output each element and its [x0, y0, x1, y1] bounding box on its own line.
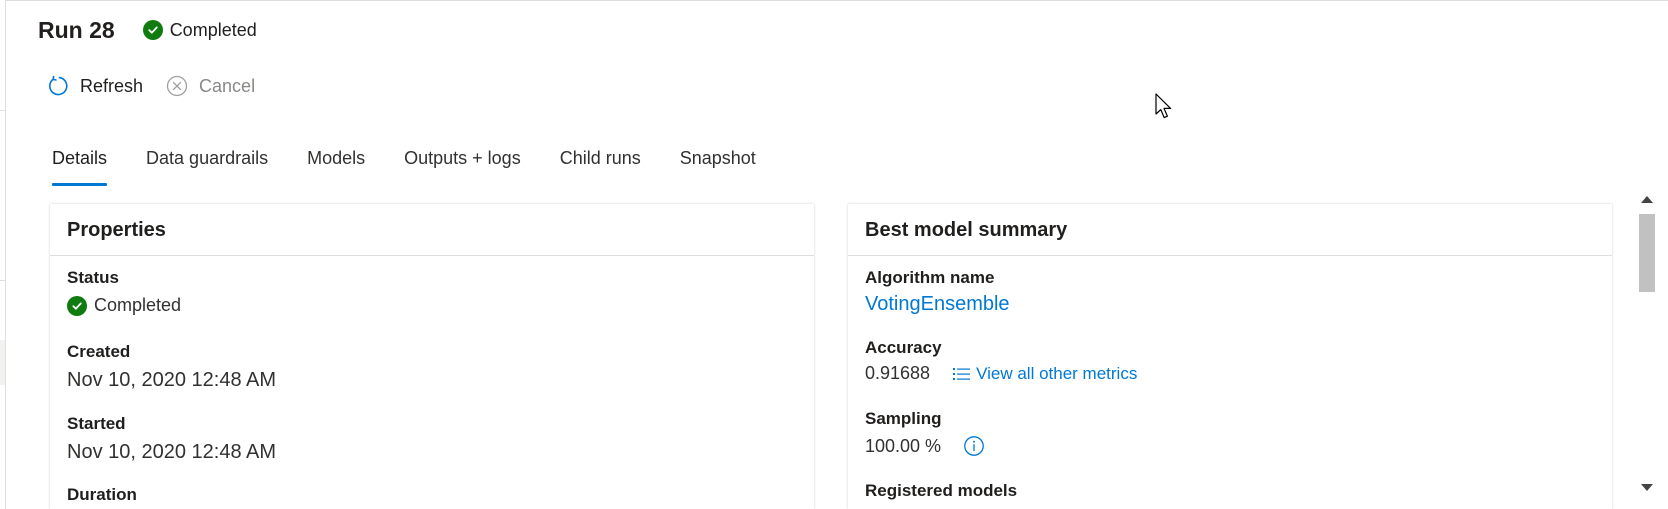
mouse-cursor-icon: [1155, 93, 1172, 119]
algorithm-field: Algorithm name VotingEnsemble: [865, 268, 1010, 316]
created-value: Nov 10, 2020 12:48 AM: [67, 369, 277, 391]
sampling-label: Sampling: [865, 409, 942, 428]
tab-child-runs[interactable]: Child runs: [560, 142, 641, 188]
toolbar: Refresh Cancel: [46, 70, 277, 102]
accuracy-label: Accuracy: [865, 338, 942, 357]
sampling-value-row: 100.00 %: [865, 435, 985, 457]
tab-data-guardrails[interactable]: Data guardrails: [146, 142, 268, 188]
status-value-text: Completed: [94, 295, 182, 315]
cancel-label: Cancel: [199, 75, 256, 96]
tab-outputs-logs[interactable]: Outputs + logs: [404, 142, 521, 188]
run-status-text: Completed: [169, 19, 257, 40]
refresh-button[interactable]: Refresh: [46, 74, 143, 98]
sampling-value: 100.00 %: [865, 435, 942, 456]
check-circle-icon: [142, 20, 163, 40]
run-header: Run 28 Completed: [38, 14, 257, 46]
list-icon: [953, 367, 971, 380]
started-label: Started: [67, 414, 126, 433]
started-value: Nov 10, 2020 12:48 AM: [67, 441, 277, 463]
algorithm-label: Algorithm name: [865, 268, 995, 287]
vertical-scrollbar[interactable]: [1636, 192, 1658, 502]
created-label: Created: [67, 342, 131, 361]
properties-title: Properties: [50, 204, 814, 256]
tab-details[interactable]: Details: [52, 142, 108, 188]
refresh-label: Refresh: [80, 75, 144, 96]
accuracy-value: 0.91688: [865, 363, 931, 383]
view-all-metrics-link[interactable]: View all other metrics: [952, 364, 1137, 384]
status-field: Status Completed: [67, 268, 181, 316]
duration-field: Duration: [67, 485, 137, 505]
cancel-circle-icon: [165, 74, 189, 98]
sampling-field: Sampling 100.00 %: [865, 409, 985, 457]
scroll-up-arrow-icon[interactable]: [1641, 196, 1653, 203]
tab-snapshot[interactable]: Snapshot: [680, 142, 756, 188]
cancel-button[interactable]: Cancel: [165, 74, 255, 98]
best-model-summary-card: Best model summary Algorithm name Voting…: [848, 204, 1612, 509]
left-nav-edge: [0, 0, 6, 509]
status-value: Completed: [67, 295, 181, 316]
info-icon[interactable]: [963, 435, 985, 457]
registered-models-field: Registered models: [865, 481, 1017, 501]
page-title: Run 28: [38, 16, 115, 43]
refresh-icon: [46, 74, 70, 98]
run-status: Completed: [142, 19, 257, 41]
tab-models[interactable]: Models: [307, 142, 365, 188]
accuracy-field: Accuracy 0.91688 View all other metrics: [865, 338, 1137, 384]
top-divider: [5, 0, 1668, 1]
tab-bar: Details Data guardrails Models Outputs +…: [52, 142, 795, 192]
scroll-thumb[interactable]: [1639, 214, 1655, 292]
view-all-metrics-label: View all other metrics: [976, 363, 1138, 383]
check-circle-icon: [67, 295, 87, 316]
registered-models-label: Registered models: [865, 481, 1018, 500]
status-label: Status: [67, 268, 119, 287]
best-model-title: Best model summary: [848, 204, 1612, 256]
created-field: Created Nov 10, 2020 12:48 AM: [67, 342, 276, 392]
accuracy-value-row: 0.91688 View all other metrics: [865, 363, 1137, 384]
properties-card: Properties Status Completed Created Nov …: [50, 204, 814, 509]
started-field: Started Nov 10, 2020 12:48 AM: [67, 414, 276, 464]
run-details-page: Run 28 Completed Refresh Cancel Details …: [0, 0, 1668, 509]
algorithm-link[interactable]: VotingEnsemble: [865, 293, 1010, 316]
scroll-down-arrow-icon[interactable]: [1641, 484, 1653, 491]
duration-label: Duration: [67, 485, 137, 504]
